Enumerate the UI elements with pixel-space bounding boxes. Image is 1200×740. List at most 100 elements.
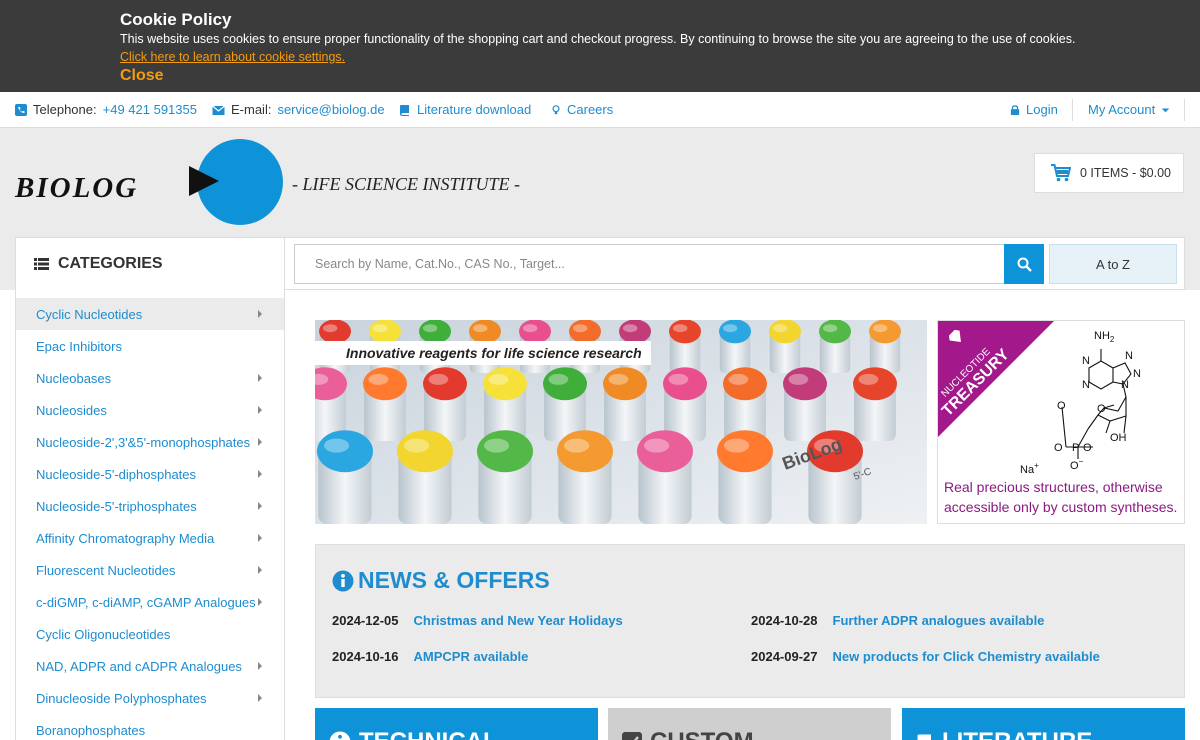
category-item[interactable]: Nucleoside-5'-triphosphates (16, 490, 284, 522)
categories-toggle[interactable]: CATEGORIES (15, 237, 285, 290)
vial-highlight (823, 324, 838, 333)
caret-right-icon (258, 566, 262, 574)
vial-cap (469, 320, 501, 344)
svg-text:Na+: Na+ (1020, 461, 1039, 476)
search-button[interactable] (1004, 244, 1044, 284)
news-item[interactable]: 2024-10-28 Further ADPR analogues availa… (751, 613, 1044, 628)
search-icon (1017, 257, 1032, 272)
treasury-graphic: NUCLEOTIDE TREASURY NH2 N N N N N O O OH… (938, 321, 1141, 476)
login-label[interactable]: Login (1026, 102, 1058, 117)
vial-highlight (404, 438, 430, 453)
category-label: Cyclic Oligonucleotides (36, 626, 171, 642)
vial-cap (723, 367, 767, 401)
careers-label[interactable]: Careers (567, 102, 613, 117)
vial-cap (477, 430, 533, 473)
vial-cap (519, 320, 551, 344)
news-link[interactable]: AMPCPR available (414, 649, 529, 664)
literature-tile-label: LITERATURE (942, 728, 1092, 740)
category-label: c-diGMP, c-diAMP, cGAMP Analogues (36, 594, 256, 610)
category-label: Dinucleoside Polyphosphates (36, 690, 207, 706)
category-label: NAD, ADPR and cADPR Analogues (36, 658, 242, 674)
careers-link[interactable]: Careers (551, 102, 613, 117)
category-item[interactable]: Epac Inhibitors (16, 330, 284, 362)
category-item[interactable]: Nucleoside-5'-diphosphates (16, 458, 284, 490)
category-item[interactable]: Cyclic Oligonucleotides (16, 618, 284, 650)
book-icon (400, 104, 409, 116)
category-item[interactable]: Affinity Chromatography Media (16, 522, 284, 554)
news-date: 2024-10-28 (751, 613, 818, 628)
biolog-logo[interactable]: BIOLOG (15, 172, 138, 205)
my-account-label[interactable]: My Account (1088, 102, 1155, 117)
vial-cap (569, 320, 601, 344)
category-item[interactable]: Cyclic Nucleotides (16, 298, 284, 330)
svg-text:N: N (1082, 379, 1090, 391)
category-label: Epac Inhibitors (36, 338, 122, 354)
cookie-close-button[interactable]: Close (120, 67, 164, 85)
a-to-z-button[interactable]: A to Z (1049, 244, 1177, 284)
vial-highlight (724, 438, 750, 453)
custom-tile[interactable]: CUSTOM (608, 708, 891, 740)
news-title: NEWS & OFFERS (358, 567, 550, 593)
vial-highlight (488, 373, 509, 385)
vial-highlight (723, 324, 738, 333)
category-label: Nucleoside-5'-diphosphates (36, 466, 197, 482)
hero-banner[interactable]: BioLog 5'-C Innovative reagents for life … (315, 320, 927, 524)
treasury-description: Real precious structures, otherwise acce… (944, 479, 1178, 515)
vial-cap (719, 320, 751, 344)
telephone-info: Telephone: +49 421 591355 (15, 102, 197, 117)
vial-cap (423, 367, 467, 401)
search-input[interactable] (294, 244, 1005, 284)
vial-highlight (673, 324, 688, 333)
vial-cap (619, 320, 651, 344)
svg-text:O−: O− (1070, 457, 1084, 472)
vial-cap (483, 367, 527, 401)
category-item[interactable]: Boranophosphates (16, 714, 284, 740)
news-item[interactable]: 2024-12-05 Christmas and New Year Holida… (332, 613, 623, 628)
vial-highlight (368, 373, 389, 385)
email-link[interactable]: service@biolog.de (277, 102, 384, 117)
vial-cap (557, 430, 613, 473)
vial-highlight (323, 324, 338, 333)
caret-right-icon (258, 438, 262, 446)
literature-download-label[interactable]: Literature download (417, 102, 531, 117)
category-label: Boranophosphates (36, 722, 146, 738)
login-link[interactable]: Login (1010, 102, 1058, 117)
caret-right-icon (258, 694, 262, 702)
vial-highlight (473, 324, 488, 333)
category-item[interactable]: c-diGMP, c-diAMP, cGAMP Analogues (16, 586, 284, 618)
my-account-dropdown[interactable]: My Account (1088, 102, 1170, 117)
literature-download-link[interactable]: Literature download (399, 102, 531, 117)
category-item[interactable]: NAD, ADPR and cADPR Analogues (16, 650, 284, 682)
cart-summary: 0 ITEMS - $0.00 (1080, 166, 1172, 180)
cookie-banner: Cookie Policy This website uses cookies … (0, 0, 1200, 92)
category-item[interactable]: Nucleobases (16, 362, 284, 394)
categories-title: CATEGORIES (58, 255, 163, 272)
news-link[interactable]: Further ADPR analogues available (833, 613, 1045, 628)
checkbox-icon (622, 732, 642, 740)
vial-cap (369, 320, 401, 344)
vial-cap (663, 367, 707, 401)
vial-highlight (608, 373, 629, 385)
cart-button[interactable]: 0 ITEMS - $0.00 (1034, 153, 1184, 193)
nucleotide-treasury-promo[interactable]: NUCLEOTIDE TREASURY NH2 N N N N N O O OH… (937, 320, 1185, 524)
book-icon (917, 734, 931, 740)
svg-text:OH: OH (1110, 432, 1127, 444)
vial-highlight (873, 324, 888, 333)
news-link[interactable]: New products for Click Chemistry availab… (833, 649, 1100, 664)
cookie-settings-link[interactable]: Click here to learn about cookie setting… (120, 50, 345, 64)
category-item[interactable]: Dinucleoside Polyphosphates (16, 682, 284, 714)
literature-tile[interactable]: LITERATURE (902, 708, 1185, 740)
news-date: 2024-10-16 (332, 649, 399, 664)
technical-tile[interactable]: TECHNICAL (315, 708, 598, 740)
category-item[interactable]: Nucleoside-2',3'&5'-monophosphates (16, 426, 284, 458)
cookie-title: Cookie Policy (120, 10, 232, 29)
news-item[interactable]: 2024-10-16 AMPCPR available (332, 649, 528, 664)
category-item[interactable]: Nucleosides (16, 394, 284, 426)
news-item[interactable]: 2024-09-27 New products for Click Chemis… (751, 649, 1100, 664)
category-item[interactable]: Fluorescent Nucleotides (16, 554, 284, 586)
lock-icon (1010, 104, 1020, 115)
telephone-link[interactable]: +49 421 591355 (103, 102, 197, 117)
vial-highlight (548, 373, 569, 385)
news-link[interactable]: Christmas and New Year Holidays (414, 613, 623, 628)
vial-highlight (324, 438, 350, 453)
